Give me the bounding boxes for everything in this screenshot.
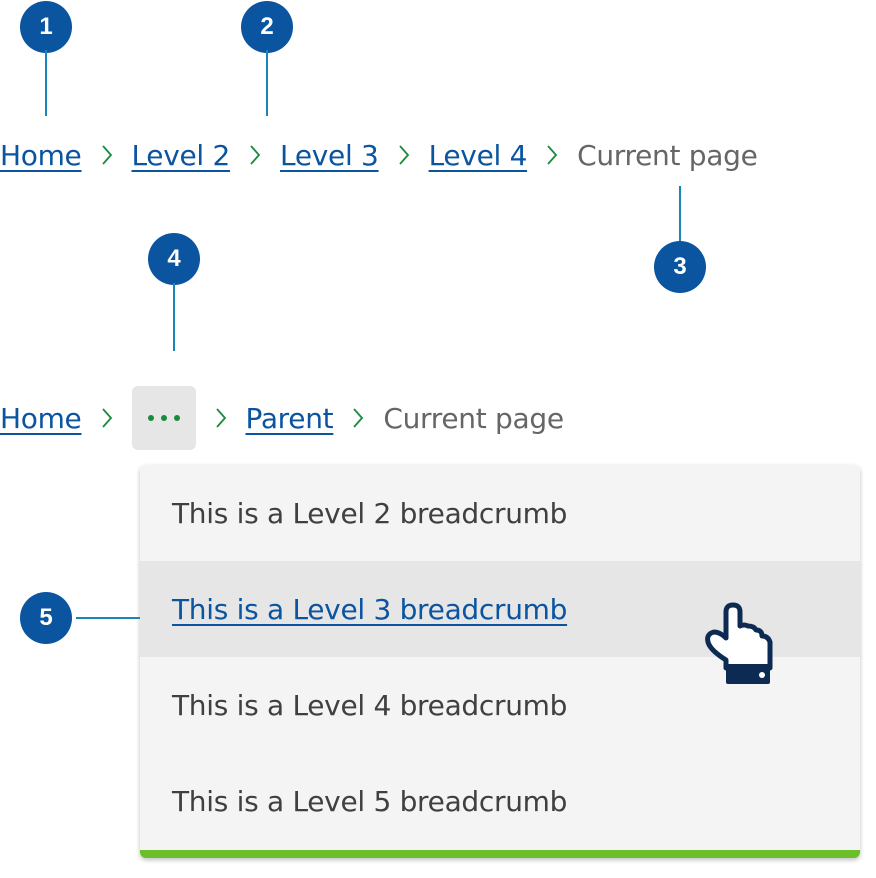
menu-item-level5[interactable]: This is a Level 5 breadcrumb [140, 753, 860, 849]
callout-line-4 [173, 283, 175, 351]
callout-line-3 [679, 186, 681, 242]
hand-pointer-icon [705, 602, 773, 684]
chevron-right-icon [527, 143, 577, 167]
callout-line-2 [266, 50, 268, 116]
breadcrumb-level2-link[interactable]: Level 2 [132, 139, 231, 172]
chevron-right-icon [230, 143, 280, 167]
more-horizontal-icon-dot [173, 415, 180, 421]
chevron-right-icon [82, 143, 132, 167]
callout-badge-3: 3 [654, 241, 706, 293]
breadcrumb-level3-link[interactable]: Level 3 [280, 139, 379, 172]
chevron-right-icon [333, 406, 383, 430]
breadcrumb-collapsed: Home Parent Current page [0, 386, 564, 450]
breadcrumb-overflow-button[interactable] [131, 386, 196, 450]
breadcrumb-current-page: Current page [577, 138, 758, 172]
callout-badge-4: 4 [148, 233, 200, 285]
breadcrumb-current-page: Current page [383, 401, 564, 435]
callout-line-1 [45, 50, 47, 116]
chevron-right-icon [196, 406, 246, 430]
breadcrumb-parent-link[interactable]: Parent [246, 402, 334, 435]
callout-badge-1: 1 [20, 1, 72, 53]
breadcrumb-home-link[interactable]: Home [0, 402, 82, 435]
callout-badge-2: 2 [241, 1, 293, 53]
breadcrumb-full: Home Level 2 Level 3 Level 4 Current pag… [0, 133, 758, 177]
breadcrumb-level4-link[interactable]: Level 4 [429, 139, 528, 172]
chevron-right-icon [379, 143, 429, 167]
more-horizontal-icon-dot [160, 415, 167, 421]
breadcrumb-home-link[interactable]: Home [0, 139, 82, 172]
callout-line-5 [76, 617, 140, 619]
callout-badge-5: 5 [20, 592, 72, 644]
menu-item-level2[interactable]: This is a Level 2 breadcrumb [140, 465, 860, 561]
menu-accent-bar [140, 850, 860, 858]
chevron-right-icon [82, 406, 132, 430]
more-horizontal-icon [147, 415, 154, 421]
